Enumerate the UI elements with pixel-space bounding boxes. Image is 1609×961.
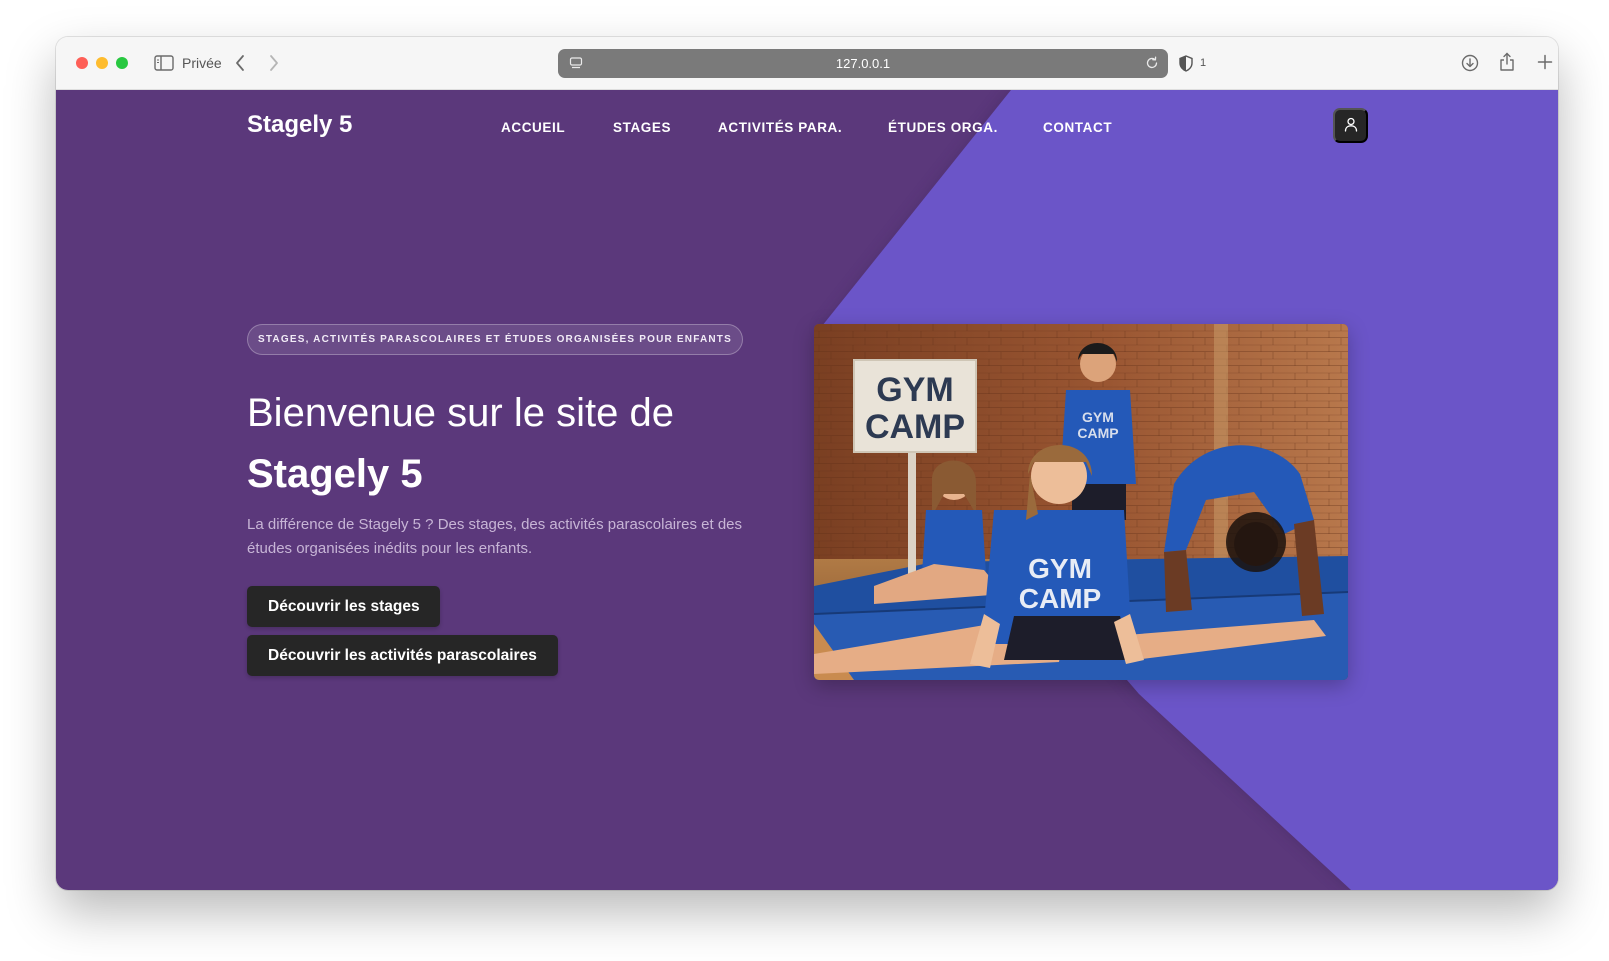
nav-accueil[interactable]: ACCUEIL xyxy=(501,119,565,137)
shield-icon[interactable] xyxy=(1178,54,1194,72)
shirt-text-line2: CAMP xyxy=(1019,583,1101,614)
hero-title-line1: Bienvenue sur le site de xyxy=(247,391,674,435)
user-icon xyxy=(1344,117,1358,135)
hero-eyebrow-badge: STAGES, ACTIVITÉS PARASCOLAIRES ET ÉTUDE… xyxy=(247,324,743,355)
forward-icon[interactable] xyxy=(265,51,283,75)
close-window-button[interactable] xyxy=(76,57,88,69)
browser-toolbar: Privée 127.0.0.1 1 xyxy=(56,37,1558,90)
blocked-trackers-count: 1 xyxy=(1200,57,1207,69)
zoom-window-button[interactable] xyxy=(116,57,128,69)
page-content: Stagely 5 ACCUEIL STAGES ACTIVITÉS PARA.… xyxy=(56,90,1558,890)
svg-text:CAMP: CAMP xyxy=(1077,425,1118,441)
reload-icon[interactable] xyxy=(1144,55,1160,71)
account-button[interactable] xyxy=(1333,108,1368,143)
svg-text:GYM: GYM xyxy=(1082,409,1114,425)
back-icon[interactable] xyxy=(231,51,249,75)
nav-activites-para[interactable]: ACTIVITÉS PARA. xyxy=(718,119,842,137)
hero-photo: GYM CAMP GYM CAMP GYM CAMP xyxy=(814,324,1348,680)
plus-icon[interactable] xyxy=(1536,52,1554,72)
share-icon[interactable] xyxy=(1497,51,1517,73)
nav-stages[interactable]: STAGES xyxy=(613,119,671,137)
minimize-window-button[interactable] xyxy=(96,57,108,69)
discover-activities-button[interactable]: Découvrir les activités parascolaires xyxy=(247,635,558,676)
browser-window: Privée 127.0.0.1 1 Stagely 5 ACCUEIL STA… xyxy=(56,37,1558,890)
hero-description: La différence de Stagely 5 ? Des stages,… xyxy=(247,516,743,557)
shirt-text-line1: GYM xyxy=(1028,553,1092,584)
hero-title-line2: Stagely 5 xyxy=(247,452,423,496)
sidebar-icon[interactable] xyxy=(154,54,174,72)
sign-text-line2: CAMP xyxy=(865,408,965,446)
discover-stages-button[interactable]: Découvrir les stages xyxy=(247,586,440,627)
nav-contact[interactable]: CONTACT xyxy=(1043,119,1112,137)
url-text: 127.0.0.1 xyxy=(835,56,891,71)
sign-text-line1: GYM xyxy=(876,371,953,409)
nav-etudes-orga[interactable]: ÉTUDES ORGA. xyxy=(888,119,998,137)
private-mode-label: Privée xyxy=(182,55,222,71)
download-icon[interactable] xyxy=(1460,53,1480,73)
address-bar[interactable]: 127.0.0.1 xyxy=(558,49,1168,78)
